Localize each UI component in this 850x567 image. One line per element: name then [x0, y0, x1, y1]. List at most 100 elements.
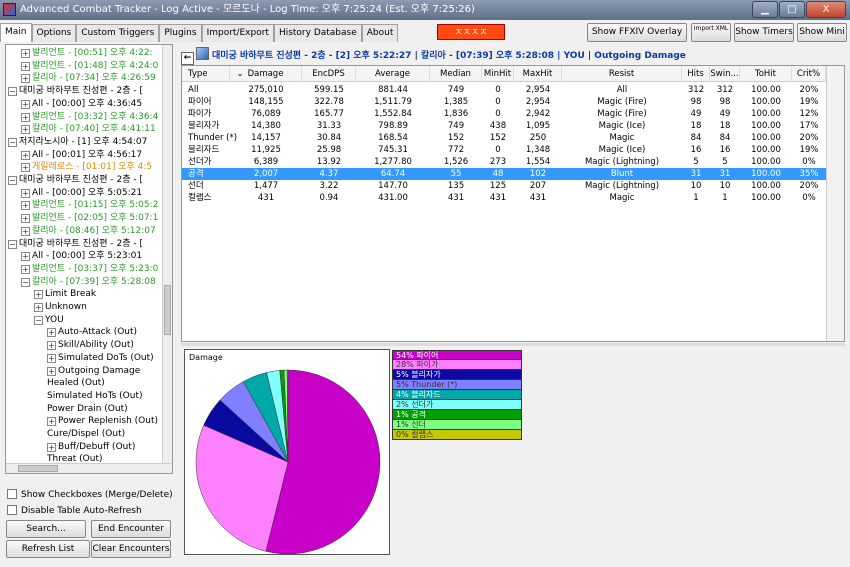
clear-encounters-button[interactable]: Clear Encounters: [91, 540, 171, 558]
tree-node[interactable]: + 발리언트 - [01:48] 오후 4:24:0: [21, 60, 158, 72]
table-vertical-scrollbar[interactable]: [826, 66, 844, 341]
column-header[interactable]: Average: [356, 66, 430, 82]
tree-node[interactable]: + 게릴레로스 - [01:01] 오후 4:5: [21, 161, 152, 173]
table-row[interactable]: 파이어 148,155 322.78 1,511.79 1,385 0 2,954 Magic…: [182, 96, 826, 108]
tree-horizontal-scrollbar[interactable]: [6, 463, 172, 473]
show-checkboxes-option[interactable]: Show Checkboxes (Merge/Delete): [7, 489, 173, 503]
expand-icon[interactable]: +: [47, 366, 56, 376]
collapse-icon[interactable]: −: [21, 277, 30, 287]
tree-node[interactable]: + Outgoing Damage: [47, 365, 140, 377]
checkbox-icon[interactable]: [7, 505, 17, 515]
tree-node[interactable]: + 칼리아 - [07:40] 오후 4:41:11: [21, 123, 156, 135]
expand-icon[interactable]: +: [21, 163, 30, 173]
collapse-icon[interactable]: −: [8, 176, 17, 185]
tree-node[interactable]: − 칼리아 - [07:39] 오후 5:28:08: [21, 276, 156, 288]
tree-node[interactable]: − 대미궁 바하무트 진성편 - 2층 - [: [8, 238, 143, 250]
refresh-list-button[interactable]: Refresh List: [6, 540, 90, 558]
table-row[interactable]: 파이가 76,089 165.77 1,552.84 1,836 0 2,942 Magic …: [182, 108, 826, 120]
expand-icon[interactable]: +: [21, 150, 30, 160]
tree-node[interactable]: + 발리언트 - [03:37] 오후 5:23:0: [21, 263, 158, 275]
tree-node[interactable]: + Limit Break: [34, 288, 96, 300]
tree-node[interactable]: + Buff/Debuff (Out): [47, 441, 135, 453]
expand-icon[interactable]: +: [21, 61, 30, 71]
show-mini-button[interactable]: Show Mini: [797, 23, 847, 42]
expand-icon[interactable]: +: [21, 188, 30, 198]
tab-custom-triggers[interactable]: Custom Triggers: [76, 24, 160, 42]
collapse-icon[interactable]: −: [34, 315, 43, 325]
expand-icon[interactable]: +: [21, 226, 30, 236]
minimize-button[interactable]: ▁: [752, 1, 778, 18]
tab-options[interactable]: Options: [31, 24, 77, 42]
expand-icon[interactable]: +: [34, 290, 43, 300]
tree-node[interactable]: Simulated HoTs (Out): [47, 390, 143, 402]
tree-node[interactable]: + Skill/Ability (Out): [47, 339, 134, 351]
encounter-tree[interactable]: + 발리언트 - [00:51] 오후 4:22: + 발리언트 - [01:48] …: [5, 44, 173, 474]
tree-node[interactable]: − YOU: [34, 314, 64, 326]
column-header[interactable]: Hits: [682, 66, 710, 82]
tree-node[interactable]: + 발리언트 - [02:05] 오후 5:07:1: [21, 212, 158, 224]
expand-icon[interactable]: +: [47, 353, 56, 363]
tab-history-database[interactable]: History Database: [273, 24, 362, 42]
tree-node[interactable]: + All - [00:00] 오후 5:05:21: [21, 187, 142, 199]
expand-icon[interactable]: +: [21, 214, 30, 224]
end-encounter-button[interactable]: End Encounter: [91, 520, 171, 538]
expand-icon[interactable]: +: [21, 112, 30, 122]
maximize-button[interactable]: □: [779, 1, 805, 18]
column-header[interactable]: Crit%: [792, 66, 826, 82]
tab-import-export[interactable]: Import/Export: [201, 24, 274, 42]
expand-icon[interactable]: +: [47, 341, 56, 351]
expand-icon[interactable]: +: [47, 328, 56, 338]
column-header[interactable]: ToHit: [740, 66, 792, 82]
import-xml-button[interactable]: Import XML: [691, 23, 731, 42]
column-header[interactable]: Median: [430, 66, 482, 82]
disable-auto-refresh-option[interactable]: Disable Table Auto-Refresh: [7, 505, 142, 519]
tab-about[interactable]: About: [361, 24, 399, 42]
column-header[interactable]: MinHit: [482, 66, 514, 82]
title-bar[interactable]: Advanced Combat Tracker - Log Active - 모…: [0, 0, 850, 20]
column-header[interactable]: MaxHit: [514, 66, 562, 82]
table-row[interactable]: 선더 1,477 3.22 147.70 135 125 207 Magic (Lightni…: [182, 180, 826, 192]
tab-main[interactable]: Main: [0, 23, 32, 42]
table-row[interactable]: 컬랩스 431 0.94 431.00 431 431 431 Magic 1 1 100.00 0%: [182, 192, 826, 204]
expand-icon[interactable]: +: [21, 125, 30, 135]
table-row[interactable]: 공격 2,007 4.37 64.74 55 48 102 Blunt 31 31 100.00 35…: [182, 168, 826, 180]
tab-plugins[interactable]: Plugins: [159, 24, 202, 42]
search-button[interactable]: Search...: [6, 520, 86, 538]
collapse-icon[interactable]: −: [8, 87, 17, 97]
expand-icon[interactable]: +: [21, 201, 30, 211]
table-row[interactable]: 선더가 6,389 13.92 1,277.80 1,526 273 1,554 Magic …: [182, 156, 826, 168]
expand-icon[interactable]: +: [47, 442, 56, 452]
column-header[interactable]: EncDPS: [302, 66, 356, 82]
tree-node[interactable]: + All - [00:00] 오후 4:36:45: [21, 98, 142, 110]
back-arrow-icon[interactable]: ←: [181, 52, 194, 65]
table-row[interactable]: 블리자가 14,380 31.33 798.89 749 438 1,095 Magic (I…: [182, 120, 826, 132]
checkbox-icon[interactable]: [7, 489, 17, 499]
table-row[interactable]: Thunder (*) 14,157 30.84 168.54 152 152 250 Mag…: [182, 132, 826, 144]
tree-node[interactable]: + All - [00:01] 오후 4:56:17: [21, 149, 142, 161]
expand-icon[interactable]: +: [21, 99, 30, 109]
tree-node[interactable]: + 발리언트 - [03:32] 오후 4:36:4: [21, 111, 158, 123]
tree-node[interactable]: Power Drain (Out): [47, 403, 128, 415]
tree-node[interactable]: + Simulated DoTs (Out): [47, 352, 154, 364]
column-header[interactable]: Type: [182, 66, 230, 82]
tree-node[interactable]: + Unknown: [34, 301, 87, 313]
expand-icon[interactable]: +: [47, 417, 56, 427]
table-row[interactable]: All 275,010 599.15 881.44 749 0 2,954 All 312 312…: [182, 84, 826, 96]
column-header[interactable]: Swin...: [710, 66, 740, 82]
close-button[interactable]: X: [806, 1, 846, 18]
tree-node[interactable]: + 칼리아 - [08:46] 오후 5:12:07: [21, 225, 156, 237]
tree-node[interactable]: + Power Replenish (Out): [47, 415, 158, 427]
tree-node[interactable]: − 대미궁 바하무트 진성편 - 2층 - [: [8, 85, 143, 97]
tree-node[interactable]: Healed (Out): [47, 377, 105, 389]
tree-node[interactable]: − 저지라노시아 - [1] 오후 4:54:07: [8, 136, 147, 148]
export-icon[interactable]: [196, 47, 209, 60]
show-timers-button[interactable]: Show Timers: [734, 23, 794, 42]
tree-node[interactable]: + 발리언트 - [01:15] 오후 5:05:2: [21, 199, 158, 211]
tree-node[interactable]: + 발리언트 - [00:51] 오후 4:22:: [21, 47, 153, 59]
table-row[interactable]: 블리자드 11,925 25.98 745.31 772 0 1,348 Magic (Ice…: [182, 144, 826, 156]
collapse-icon[interactable]: −: [8, 239, 17, 249]
expand-icon[interactable]: +: [21, 252, 30, 262]
expand-icon[interactable]: +: [21, 49, 30, 58]
tree-node[interactable]: + Auto-Attack (Out): [47, 326, 137, 338]
column-header[interactable]: Resist: [562, 66, 682, 82]
